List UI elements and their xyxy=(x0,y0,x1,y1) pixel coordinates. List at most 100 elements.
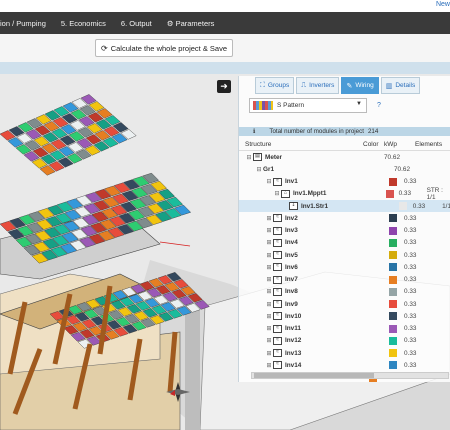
tree-row[interactable]: ⊞ ≈ Inv8 0.33 xyxy=(239,286,450,298)
expand-toggle-icon[interactable]: ⊟ xyxy=(265,178,273,185)
tree-row-color xyxy=(383,214,404,223)
help-icon[interactable]: ? xyxy=(377,102,381,109)
inverter-icon: ≈ xyxy=(273,251,282,260)
inverter-icon: ≈ xyxy=(273,287,282,296)
color-swatch[interactable] xyxy=(389,287,397,296)
expand-toggle-icon[interactable]: ⊞ xyxy=(265,313,273,320)
tab-details[interactable]: ▥ Details xyxy=(380,77,421,94)
tree-row[interactable]: ⊟ ▤ Meter 70.62 xyxy=(239,151,450,163)
tree-row[interactable]: ⊞ ≈ Inv11 0.33 xyxy=(239,323,450,335)
expand-toggle-icon[interactable]: ⊞ xyxy=(265,337,273,344)
tree-row[interactable]: ⊟ ⌂ Inv1.Mppt1 0.33 STR : 1/1 xyxy=(239,187,450,201)
tree-row[interactable]: ⊞ ≈ Inv9 0.33 xyxy=(239,298,450,310)
expand-toggle-icon[interactable]: ⊞ xyxy=(265,350,273,357)
expand-toggle-icon[interactable]: ⊞ xyxy=(265,288,273,295)
pattern-swatch-icon xyxy=(253,100,273,110)
expand-toggle-icon[interactable]: ⊞ xyxy=(265,239,273,246)
inverter-icon: ⎍ xyxy=(301,81,307,89)
refresh-icon: ⟳ xyxy=(101,43,108,53)
color-swatch[interactable] xyxy=(389,324,397,333)
color-swatch[interactable] xyxy=(389,238,397,247)
tree-row-label: Inv7 xyxy=(285,276,298,284)
pattern-select[interactable]: S Pattern ▼ xyxy=(249,97,367,113)
tree-row[interactable]: ⊞ ≈ Inv4 0.33 xyxy=(239,237,450,249)
horizontal-scrollbar[interactable] xyxy=(251,372,449,379)
tree-row-kwp: 0.33 xyxy=(404,227,417,235)
expand-toggle-icon[interactable]: ⊟ xyxy=(245,154,253,161)
tree-row-name: ⊞ ≈ Inv3 xyxy=(239,226,383,235)
expand-toggle-icon[interactable]: ⊞ xyxy=(265,325,273,332)
tree-row[interactable]: ⊟ ≈ Inv1 0.33 xyxy=(239,176,450,188)
tree-row-color xyxy=(393,202,413,211)
arrow-right-icon[interactable]: ➜ xyxy=(217,80,231,93)
expand-toggle-icon[interactable]: ⊞ xyxy=(265,227,273,234)
tree-row-label: Inv9 xyxy=(285,300,298,308)
tree-row-label: Inv11 xyxy=(285,325,301,333)
expand-toggle-icon[interactable]: ⊞ xyxy=(265,215,273,222)
main-menu: ion / Pumping 5. Economics 6. Output ⚙ P… xyxy=(0,12,450,34)
tree-row-kwp: 0.33 xyxy=(404,251,417,259)
color-swatch[interactable] xyxy=(389,312,397,321)
color-swatch[interactable] xyxy=(389,336,397,345)
expand-toggle-icon[interactable]: ⊞ xyxy=(265,264,273,271)
tree-row[interactable]: ⊟ Gr1 70.62 xyxy=(239,163,450,175)
tab-wiring[interactable]: ✎ Wiring xyxy=(341,77,379,94)
color-swatch[interactable] xyxy=(389,361,397,370)
color-swatch[interactable] xyxy=(389,214,397,223)
tab-groups-label: Groups xyxy=(267,82,290,89)
tree-row-label: Meter xyxy=(265,153,283,161)
col-kwp[interactable]: kWp xyxy=(384,141,415,148)
menu-item-output[interactable]: 6. Output xyxy=(121,19,152,28)
color-swatch[interactable] xyxy=(389,263,397,272)
tree-row[interactable]: ⊞ ≈ Inv2 0.33 xyxy=(239,212,450,224)
viewport-header-strip xyxy=(0,62,450,74)
color-swatch[interactable] xyxy=(398,202,407,211)
color-swatch[interactable] xyxy=(385,189,394,198)
expand-toggle-icon[interactable]: ⊟ xyxy=(273,190,281,197)
tree-row-label: Inv13 xyxy=(285,349,302,357)
tree-row-kwp: 0.33 xyxy=(404,312,417,320)
tree-row-kwp: 0.33 xyxy=(404,288,417,296)
tree-row-name: ⊞ ≈ Inv14 xyxy=(239,361,383,370)
tree-row[interactable]: ⊞ ≈ Inv13 0.33 xyxy=(239,347,450,359)
tree-row-label: Inv12 xyxy=(285,337,302,345)
tree-row-color xyxy=(383,361,404,370)
tree-row-color xyxy=(380,189,399,198)
expand-toggle-icon[interactable]: ⊞ xyxy=(265,252,273,259)
tab-inverters[interactable]: ⎍ Inverters xyxy=(296,77,340,94)
col-elements[interactable]: Elements xyxy=(415,141,442,148)
menu-item-economics[interactable]: 5. Economics xyxy=(61,19,106,28)
tree-row-name: ⊞ ≈ Inv7 xyxy=(239,275,383,284)
tree-row[interactable]: ⊞ ≈ Inv7 0.33 xyxy=(239,274,450,286)
tree-row[interactable]: ⊞ ≈ Inv14 0.33 xyxy=(239,359,450,371)
col-color[interactable]: Color xyxy=(363,141,384,148)
tree-row-color xyxy=(383,312,404,321)
menu-item-parameters[interactable]: ⚙ Parameters xyxy=(167,19,215,28)
tab-groups[interactable]: ⛶ Groups xyxy=(255,77,295,94)
tab-wiring-label: Wiring xyxy=(355,82,374,89)
tree-row[interactable]: ⊞ ≈ Inv5 0.33 xyxy=(239,249,450,261)
col-structure[interactable]: Structure xyxy=(239,141,363,148)
tree-row[interactable]: ⊞ ≈ Inv6 0.33 xyxy=(239,261,450,273)
scrollbar-thumb[interactable] xyxy=(254,373,374,378)
expand-toggle-icon[interactable]: ⊞ xyxy=(265,362,273,369)
color-swatch[interactable] xyxy=(389,177,397,186)
color-swatch[interactable] xyxy=(389,226,397,235)
color-swatch[interactable] xyxy=(389,251,397,260)
expand-toggle-icon[interactable]: ⊞ xyxy=(265,301,273,308)
color-swatch[interactable] xyxy=(389,349,397,358)
tree-row-name: ⊞ ≈ Inv2 xyxy=(239,214,383,223)
color-swatch[interactable] xyxy=(389,275,397,284)
tree-row[interactable]: ⊞ ≈ Inv12 0.33 xyxy=(239,335,450,347)
tree-row[interactable]: ↧ Inv1.Str1 0.33 1/1 xyxy=(239,200,450,213)
expand-toggle-icon[interactable]: ⊟ xyxy=(255,166,263,173)
tree-row[interactable]: ⊞ ≈ Inv3 0.33 xyxy=(239,225,450,237)
tree-row-label: Inv4 xyxy=(285,239,298,247)
calculate-save-button[interactable]: ⟳ Calculate the whole project & Save xyxy=(95,39,234,57)
color-swatch[interactable] xyxy=(389,300,397,309)
menu-item-simulation-pumping[interactable]: ion / Pumping xyxy=(0,19,46,28)
total-modules-row: ℹ Total number of modules in project 214 xyxy=(239,127,450,136)
tree-row[interactable]: ⊞ ≈ Inv10 0.33 xyxy=(239,310,450,322)
expand-toggle-icon[interactable]: ⊞ xyxy=(265,276,273,283)
new-link[interactable]: New xyxy=(436,1,450,8)
